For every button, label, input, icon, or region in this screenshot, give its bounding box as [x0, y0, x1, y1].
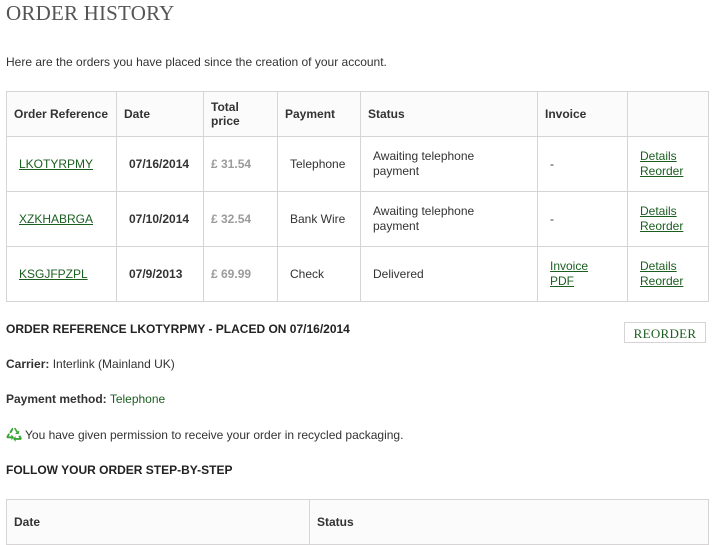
order-payment: Telephone [277, 136, 361, 192]
order-detail-heading: ORDER REFERENCE LKOTYRPMY - PLACED ON 07… [6, 322, 350, 336]
details-link[interactable]: Details [635, 259, 701, 274]
col-status: Status [360, 91, 538, 137]
order-date: 07/16/2014 [116, 136, 204, 192]
order-payment: Bank Wire [277, 191, 361, 247]
details-link[interactable]: Details [635, 204, 701, 219]
col-step-status: Status [309, 499, 709, 545]
order-steps-table: Date Status [6, 499, 709, 545]
order-status: Awaiting telephone payment [373, 149, 475, 178]
order-reference-link[interactable]: KSGJFPZPL [14, 267, 88, 281]
carrier-value: Interlink (Mainland UK) [52, 357, 175, 371]
reorder-link[interactable]: Reorder [635, 219, 701, 234]
follow-order-heading: FOLLOW YOUR ORDER STEP-BY-STEP [6, 463, 233, 477]
payment-method-label: Payment method: [6, 392, 107, 406]
col-actions [627, 91, 709, 137]
col-payment: Payment [277, 91, 361, 137]
order-history-table: Order Reference Date Total price Payment… [6, 91, 709, 302]
order-invoice-cell: Invoice PDF [537, 246, 628, 302]
details-link[interactable]: Details [635, 149, 701, 164]
order-actions: Details Reorder [627, 246, 709, 302]
table-row: LKOTYRPMY 07/16/2014 £ 31.54 Telephone A… [6, 136, 709, 192]
carrier-info: Carrier: Interlink (Mainland UK) [6, 357, 175, 371]
order-status: Awaiting telephone payment [373, 204, 475, 233]
payment-method-info: Payment method: Telephone [6, 392, 165, 406]
order-date: 07/10/2014 [116, 191, 204, 247]
order-reference-cell: XZKHABRGA [6, 191, 117, 247]
col-date: Date [116, 91, 204, 137]
reorder-link[interactable]: Reorder [635, 164, 701, 179]
table-row: XZKHABRGA 07/10/2014 £ 32.54 Bank Wire A… [6, 191, 709, 247]
recycle-icon [6, 427, 22, 442]
order-reference-cell: LKOTYRPMY [6, 136, 117, 192]
order-actions: Details Reorder [627, 136, 709, 192]
order-date: 07/9/2013 [116, 246, 204, 302]
order-payment: Check [277, 246, 361, 302]
col-invoice: Invoice [537, 91, 628, 137]
order-status-cell: Awaiting telephone payment [360, 136, 538, 192]
order-actions: Details Reorder [627, 191, 709, 247]
col-step-date: Date [6, 499, 310, 545]
col-total-price: Total price [203, 91, 278, 137]
reorder-button[interactable]: REORDER [624, 322, 706, 343]
reorder-link[interactable]: Reorder [635, 274, 701, 289]
order-invoice: - [537, 191, 628, 247]
invoice-pdf-link[interactable]: Invoice PDF [550, 259, 595, 289]
order-reference-cell: KSGJFPZPL [6, 246, 117, 302]
col-order-reference: Order Reference [6, 91, 117, 137]
table-row: KSGJFPZPL 07/9/2013 £ 69.99 Check Delive… [6, 246, 709, 302]
order-total: £ 31.54 [203, 136, 278, 192]
order-total: £ 69.99 [203, 246, 278, 302]
intro-text: Here are the orders you have placed sinc… [6, 55, 387, 69]
order-total: £ 32.54 [203, 191, 278, 247]
page-title: ORDER HISTORY [6, 1, 175, 25]
table-header-row: Order Reference Date Total price Payment… [6, 91, 709, 137]
order-status-cell: Delivered [360, 246, 538, 302]
payment-method-value: Telephone [109, 392, 166, 406]
table-header-row: Date Status [6, 499, 709, 545]
recycled-packaging-text: You have given permission to receive you… [25, 428, 404, 442]
carrier-label: Carrier: [6, 357, 50, 371]
order-status-cell: Awaiting telephone payment [360, 191, 538, 247]
order-reference-link[interactable]: XZKHABRGA [14, 212, 93, 226]
recycled-packaging-notice: You have given permission to receive you… [6, 427, 403, 443]
order-invoice: - [537, 136, 628, 192]
order-reference-link[interactable]: LKOTYRPMY [14, 157, 93, 171]
order-status: Delivered [373, 266, 424, 281]
